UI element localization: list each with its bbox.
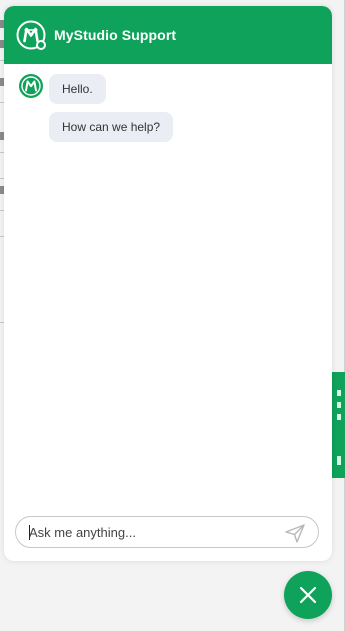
chat-title: MyStudio Support — [54, 27, 177, 43]
feedback-side-tab[interactable] — [331, 372, 345, 478]
side-tab-icon — [337, 456, 341, 465]
send-button[interactable] — [284, 522, 306, 544]
mystudio-logo-icon — [19, 74, 43, 98]
chat-header: MyStudio Support — [4, 6, 332, 64]
paper-plane-send-icon — [285, 524, 305, 543]
side-tab-text-fragment — [337, 390, 341, 396]
side-tab-text-fragment — [337, 414, 341, 420]
message-composer — [15, 516, 319, 548]
chat-window: MyStudio Support Hello. How can we help? — [4, 6, 332, 561]
bot-message-bubble: How can we help? — [49, 112, 174, 142]
close-x-icon — [299, 586, 317, 604]
close-chat-button[interactable] — [284, 571, 332, 619]
text-caret — [29, 525, 30, 540]
online-status-dot — [36, 40, 46, 50]
side-tab-text-fragment — [337, 402, 341, 408]
message-list: Hello. How can we help? — [4, 64, 332, 504]
bot-message-bubble: Hello. — [49, 74, 106, 104]
message-input[interactable] — [16, 517, 289, 547]
